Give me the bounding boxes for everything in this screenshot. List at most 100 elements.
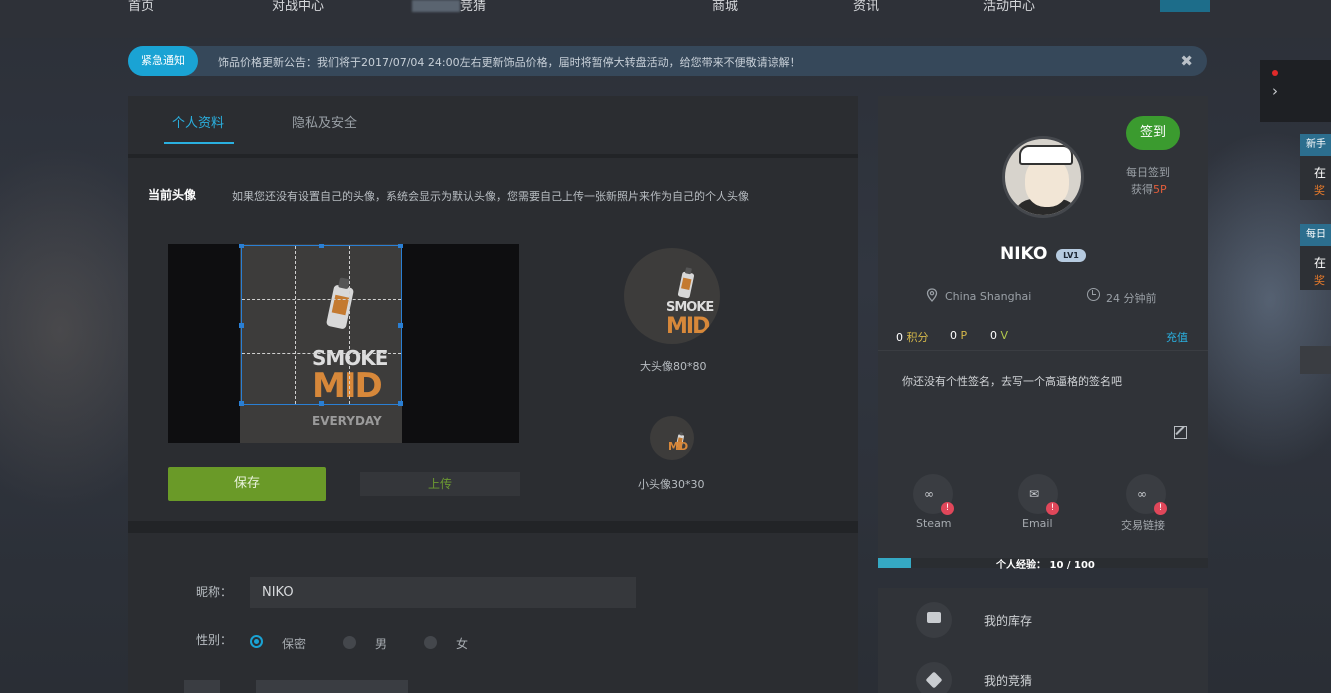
points-value: 0 bbox=[896, 331, 903, 344]
preview-text-smoke: SMOKE bbox=[666, 300, 714, 315]
nav-guess[interactable]: 竞猜 bbox=[460, 0, 486, 14]
nav-user-button[interactable] bbox=[1160, 0, 1210, 12]
alert-badge: ! bbox=[1046, 502, 1059, 515]
side-tip-newbie[interactable]: 新手 在 奖 bbox=[1300, 134, 1331, 200]
crop-grid-line bbox=[242, 299, 401, 300]
username: NIKO bbox=[1000, 244, 1048, 264]
daily-sign-text: 每日签到 bbox=[1126, 166, 1170, 179]
avatar[interactable] bbox=[1002, 136, 1084, 218]
menu-item-inventory[interactable]: 我的库存 bbox=[878, 588, 1208, 648]
gender-radio-secret[interactable] bbox=[250, 635, 263, 648]
gender-option-secret: 保密 bbox=[282, 637, 307, 651]
side-tip-header: 新手 bbox=[1300, 134, 1331, 156]
inventory-icon bbox=[916, 602, 952, 638]
recharge-link[interactable]: 充值 bbox=[1166, 329, 1188, 345]
current-avatar-title: 当前头像 bbox=[148, 188, 197, 202]
small-avatar-label: 小头像30*30 bbox=[638, 478, 705, 491]
tab-personal-info[interactable]: 个人资料 bbox=[163, 112, 235, 144]
clock-icon bbox=[1087, 288, 1100, 301]
form-row-stub[interactable] bbox=[256, 680, 408, 693]
crop-handle[interactable] bbox=[319, 401, 324, 406]
notification-dot bbox=[1272, 70, 1278, 76]
large-avatar-label: 大头像80*80 bbox=[640, 360, 707, 373]
earn-prefix: 获得 bbox=[1131, 183, 1153, 196]
nav-battle-center[interactable]: 对战中心 bbox=[272, 0, 324, 14]
v-stat: 0 V bbox=[990, 329, 1008, 342]
edit-icon[interactable] bbox=[1174, 426, 1187, 439]
crop-grid-line bbox=[295, 246, 296, 404]
nav-events[interactable]: 活动中心 bbox=[983, 0, 1035, 14]
user-menu: 我的库存 我的竞猜 bbox=[878, 588, 1208, 693]
grenade-icon bbox=[677, 271, 695, 299]
side-tip-reward: 奖 bbox=[1314, 274, 1325, 287]
gender-option-female: 女 bbox=[456, 637, 469, 651]
nav-blurred-item[interactable] bbox=[412, 0, 460, 12]
crop-selection-frame[interactable] bbox=[239, 244, 403, 406]
crop-grid-line bbox=[242, 353, 401, 354]
menu-item-guesses[interactable]: 我的竞猜 bbox=[878, 648, 1208, 693]
urgent-notice-bar: 紧急通知 饰品价格更新公告：我们将于2017/07/04 24:00左右更新饰品… bbox=[128, 46, 1207, 76]
preview-small-text-mid: MID bbox=[668, 440, 688, 453]
settings-tabs: 个人资料 隐私及安全 bbox=[128, 96, 858, 158]
nav-home[interactable]: 首页 bbox=[128, 0, 154, 14]
last-active-time: 24 分钟前 bbox=[1106, 292, 1157, 305]
earn-amount: 5P bbox=[1153, 183, 1167, 196]
upload-button[interactable]: 上传 bbox=[360, 472, 520, 496]
p-value: 0 bbox=[950, 329, 957, 342]
alert-badge: ! bbox=[941, 502, 954, 515]
user-location: China Shanghai bbox=[945, 290, 1032, 303]
menu-item-label: 我的竞猜 bbox=[984, 674, 1033, 688]
nickname-input[interactable] bbox=[250, 577, 636, 608]
crop-handle[interactable] bbox=[319, 244, 324, 248]
level-badge: LV1 bbox=[1056, 249, 1086, 262]
email-bind-button[interactable]: ✉ ! bbox=[1018, 474, 1059, 515]
section-divider bbox=[128, 521, 858, 533]
nickname-label: 昵称： bbox=[196, 585, 233, 599]
guess-icon bbox=[916, 662, 952, 693]
avatar-preview-large: SMOKE MID bbox=[624, 248, 720, 344]
trade-link-bind-button[interactable]: ∞ ! bbox=[1126, 474, 1167, 515]
gender-label: 性别： bbox=[196, 633, 233, 647]
sign-in-button[interactable]: 签到 bbox=[1126, 116, 1180, 150]
points-label: 积分 bbox=[906, 331, 929, 344]
link-icon: ∞ bbox=[1137, 487, 1147, 501]
save-button[interactable]: 保存 bbox=[168, 467, 326, 501]
notice-tag: 紧急通知 bbox=[128, 46, 198, 76]
nav-news[interactable]: 资讯 bbox=[853, 0, 879, 14]
card-divider bbox=[878, 350, 1208, 351]
p-stat: 0 P bbox=[950, 329, 967, 342]
steam-bind-button[interactable]: ∞ ! bbox=[913, 474, 954, 515]
link-icon: ∞ bbox=[924, 487, 934, 501]
user-profile-card: 签到 每日签到 获得5P NIKO LV1 China Shanghai 24 … bbox=[878, 96, 1208, 571]
avatar-crop-area[interactable]: SMOKE MID EVERYDAY bbox=[168, 244, 519, 443]
gender-option-male: 男 bbox=[375, 637, 388, 651]
side-tip-reward: 奖 bbox=[1314, 184, 1325, 197]
earn-reward-text: 获得5P bbox=[1131, 181, 1167, 197]
profile-settings-panel: 个人资料 隐私及安全 当前头像 如果您还没有设置自己的头像，系统会显示为默认头像… bbox=[128, 96, 858, 693]
poster-text-everyday: EVERYDAY bbox=[312, 414, 382, 428]
mail-icon: ✉ bbox=[1029, 487, 1040, 501]
experience-label: 个人经验： 10 / 100 bbox=[996, 560, 1095, 571]
tab-privacy-security[interactable]: 隐私及安全 bbox=[292, 112, 357, 131]
nav-store[interactable]: 商城 bbox=[712, 0, 738, 14]
avatar-preview-small: MID bbox=[650, 416, 694, 460]
steam-label: Steam bbox=[916, 517, 952, 530]
side-panel-block[interactable] bbox=[1300, 346, 1331, 374]
gender-radio-female[interactable] bbox=[424, 636, 437, 649]
chevron-right-icon: › bbox=[1272, 82, 1278, 100]
crop-handle[interactable] bbox=[239, 244, 244, 248]
menu-item-label: 我的库存 bbox=[984, 614, 1033, 628]
trade-link-label: 交易链接 bbox=[1121, 519, 1165, 532]
crop-handle[interactable] bbox=[398, 244, 403, 248]
crop-grid-line bbox=[349, 246, 350, 404]
side-tip-daily[interactable]: 每日 在 奖 bbox=[1300, 224, 1331, 290]
notice-text: 饰品价格更新公告：我们将于2017/07/04 24:00左右更新饰品价格，届时… bbox=[218, 56, 801, 69]
close-icon[interactable]: ✖ bbox=[1180, 52, 1193, 70]
crop-handle[interactable] bbox=[398, 401, 403, 406]
crop-handle[interactable] bbox=[398, 323, 403, 328]
gender-radio-male[interactable] bbox=[343, 636, 356, 649]
crop-handle[interactable] bbox=[239, 323, 244, 328]
side-panel-toggle[interactable]: › bbox=[1260, 60, 1331, 122]
p-label: P bbox=[960, 329, 968, 342]
crop-handle[interactable] bbox=[239, 401, 244, 406]
